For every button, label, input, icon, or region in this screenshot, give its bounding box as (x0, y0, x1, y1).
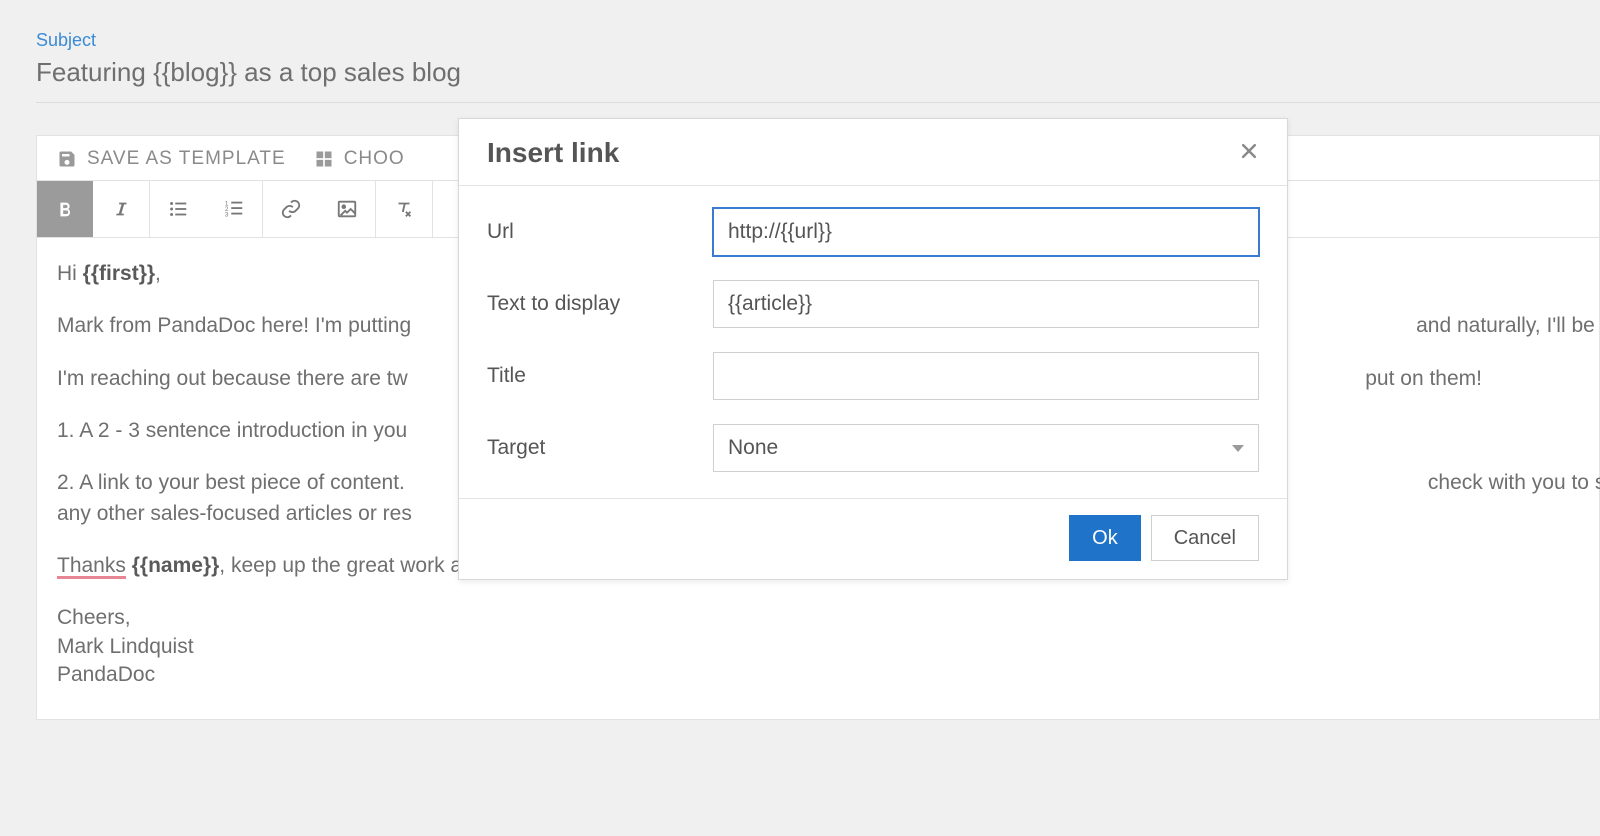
signature-line-3: PandaDoc (57, 661, 1579, 689)
p1-tail: and naturally, I'll be in (1416, 312, 1600, 340)
link-button[interactable] (263, 181, 319, 237)
p1: Mark from PandaDoc here! I'm putting (57, 312, 411, 340)
target-select[interactable]: None (713, 424, 1259, 472)
url-input[interactable] (713, 208, 1259, 256)
subject-label: Subject (36, 30, 1600, 51)
p2: I'm reaching out because there are tw (57, 365, 408, 393)
title-input[interactable] (713, 352, 1259, 400)
url-label: Url (487, 220, 713, 244)
dialog-title: Insert link (487, 137, 619, 169)
p4a-tail: check with you to se (1428, 469, 1600, 497)
save-as-template-label: SAVE AS TEMPLATE (87, 148, 286, 170)
greeting-prefix: Hi (57, 262, 83, 285)
p2-tail: put on them! (1365, 365, 1482, 393)
grid-icon (314, 149, 334, 169)
svg-text:3: 3 (225, 211, 229, 218)
image-button[interactable] (319, 181, 375, 237)
target-value: None (728, 436, 778, 460)
choose-template-label: CHOO (344, 148, 405, 170)
cancel-button[interactable]: Cancel (1151, 515, 1259, 561)
bullet-list-button[interactable] (150, 181, 206, 237)
p3: 1. A 2 - 3 sentence introduction in you (57, 419, 407, 442)
divider (36, 102, 1600, 103)
signature-line-1: Cheers, (57, 604, 1579, 632)
greeting-suffix: , (155, 262, 161, 285)
text-to-display-input[interactable] (713, 280, 1259, 328)
clear-formatting-button[interactable] (376, 181, 432, 237)
save-icon (57, 149, 77, 169)
choose-template-button[interactable]: CHOO (314, 148, 405, 170)
title-label: Title (487, 364, 713, 388)
signature-line-2: Mark Lindquist (57, 633, 1579, 661)
close-icon[interactable] (1239, 141, 1259, 166)
target-label: Target (487, 436, 713, 460)
subject-value[interactable]: Featuring {{blog}} as a top sales blog (36, 57, 1600, 98)
insert-link-dialog: Insert link Url Text to display Title Ta… (458, 118, 1288, 580)
ok-button[interactable]: Ok (1069, 515, 1141, 561)
greeting-name: {{first}} (83, 262, 155, 285)
thanks-word: Thanks (57, 554, 126, 579)
thanks-name: {{name}} (132, 554, 220, 577)
numbered-list-button[interactable]: 123 (206, 181, 262, 237)
text-to-display-label: Text to display (487, 292, 713, 316)
bold-button[interactable] (37, 181, 93, 237)
save-as-template-button[interactable]: SAVE AS TEMPLATE (57, 148, 286, 170)
p4b: any other sales-focused articles or res (57, 502, 412, 525)
chevron-down-icon (1232, 445, 1244, 452)
p4a: 2. A link to your best piece of content. (57, 469, 405, 497)
italic-button[interactable] (93, 181, 149, 237)
